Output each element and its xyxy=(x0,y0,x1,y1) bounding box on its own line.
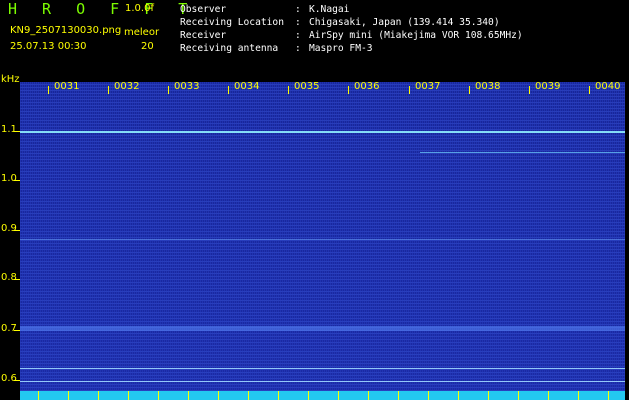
info-key: Receiving Location xyxy=(180,17,284,28)
minute-label: 0032 xyxy=(114,82,140,92)
info-sep: : xyxy=(295,4,301,15)
minute-tick xyxy=(228,86,229,94)
minute-tick xyxy=(348,86,349,94)
scale-tick xyxy=(488,391,489,400)
info-value: AirSpy mini (Miakejima VOR 108.65MHz) xyxy=(309,30,523,41)
minute-label: 0038 xyxy=(475,82,501,92)
carrier-line xyxy=(20,131,625,133)
scale-tick xyxy=(68,391,69,400)
minute-label: 0034 xyxy=(234,82,260,92)
minute-tick xyxy=(108,86,109,94)
reference-line xyxy=(20,368,625,369)
plot-right-edge xyxy=(625,82,629,400)
antenna-row: Receiving antenna: Maspro FM-3 xyxy=(180,42,523,55)
info-key: Receiving antenna xyxy=(180,43,279,54)
scale-tick xyxy=(608,391,609,400)
frequency-axis: kHz 1.1 1.0 0.9 0.8 0.7 0.6 xyxy=(0,74,20,400)
time-scale-bar xyxy=(20,391,625,400)
meteor-count: 20 xyxy=(141,41,154,52)
scale-tick xyxy=(428,391,429,400)
observation-info: Observer: K.Nagai Receiving Location: Chig… xyxy=(180,3,523,55)
date-time: 25.07.13 00:30 xyxy=(10,41,87,52)
scale-tick xyxy=(248,391,249,400)
scale-tick xyxy=(98,391,99,400)
info-value: K.Nagai xyxy=(309,4,350,15)
app-version: 1.0.0f xyxy=(125,3,154,14)
scale-tick xyxy=(128,391,129,400)
scale-tick xyxy=(578,391,579,400)
scale-tick xyxy=(218,391,219,400)
scale-tick xyxy=(518,391,519,400)
info-sep: : xyxy=(295,17,301,28)
scale-tick xyxy=(398,391,399,400)
minute-tick xyxy=(168,86,169,94)
minute-label: 0040 xyxy=(595,82,621,92)
info-sep: : xyxy=(295,43,301,54)
y-label: 0.7 xyxy=(1,323,17,334)
info-value: Chigasaki, Japan (139.414 35.340) xyxy=(309,17,500,28)
scale-tick xyxy=(458,391,459,400)
scale-tick xyxy=(368,391,369,400)
minute-tick xyxy=(589,86,590,94)
waterfall-plot: 0031 0032 0033 0034 0035 0036 0037 0038 … xyxy=(20,82,625,400)
y-label: 0.8 xyxy=(1,272,17,283)
scale-tick xyxy=(548,391,549,400)
signal-trace xyxy=(420,152,625,153)
minute-tick xyxy=(409,86,410,94)
info-key: Observer xyxy=(180,4,227,15)
y-label: 0.9 xyxy=(1,223,17,234)
minute-label: 0039 xyxy=(535,82,561,92)
spectrogram: kHz 1.1 1.0 0.9 0.8 0.7 0.6 0031 0032 00… xyxy=(0,74,629,400)
scale-tick xyxy=(338,391,339,400)
scale-tick xyxy=(308,391,309,400)
minute-tick xyxy=(288,86,289,94)
y-label: 1.0 xyxy=(1,173,17,184)
frequency-unit: kHz xyxy=(1,74,20,85)
scale-tick xyxy=(188,391,189,400)
minute-label: 0036 xyxy=(354,82,380,92)
y-label: 1.1 xyxy=(1,124,17,135)
signal-trace xyxy=(20,326,625,331)
reference-line xyxy=(20,381,625,382)
observer-row: Observer: K.Nagai xyxy=(180,3,523,16)
app-title: H R O F F T xyxy=(8,0,196,18)
minute-label: 0033 xyxy=(174,82,200,92)
location-row: Receiving Location: Chigasaki, Japan (139… xyxy=(180,16,523,29)
file-name: KN9_2507130030.png xyxy=(10,25,122,36)
receiver-row: Receiver: AirSpy mini (Miakejima VOR 108.… xyxy=(180,29,523,42)
minute-tick xyxy=(48,86,49,94)
minute-tick xyxy=(529,86,530,94)
scale-tick xyxy=(158,391,159,400)
minute-label: 0035 xyxy=(294,82,320,92)
minute-label: 0031 xyxy=(54,82,80,92)
info-key: Receiver xyxy=(180,30,227,41)
scale-tick xyxy=(38,391,39,400)
info-value: Maspro FM-3 xyxy=(309,43,373,54)
signal-trace xyxy=(20,239,625,240)
header: H R O F F T 1.0.0f KN9_2507130030.png me… xyxy=(0,0,629,76)
y-label: 0.6 xyxy=(1,373,17,384)
minute-label: 0037 xyxy=(415,82,441,92)
info-sep: : xyxy=(295,30,301,41)
minute-tick xyxy=(469,86,470,94)
meteor-label: meleor xyxy=(124,27,160,38)
scale-tick xyxy=(278,391,279,400)
